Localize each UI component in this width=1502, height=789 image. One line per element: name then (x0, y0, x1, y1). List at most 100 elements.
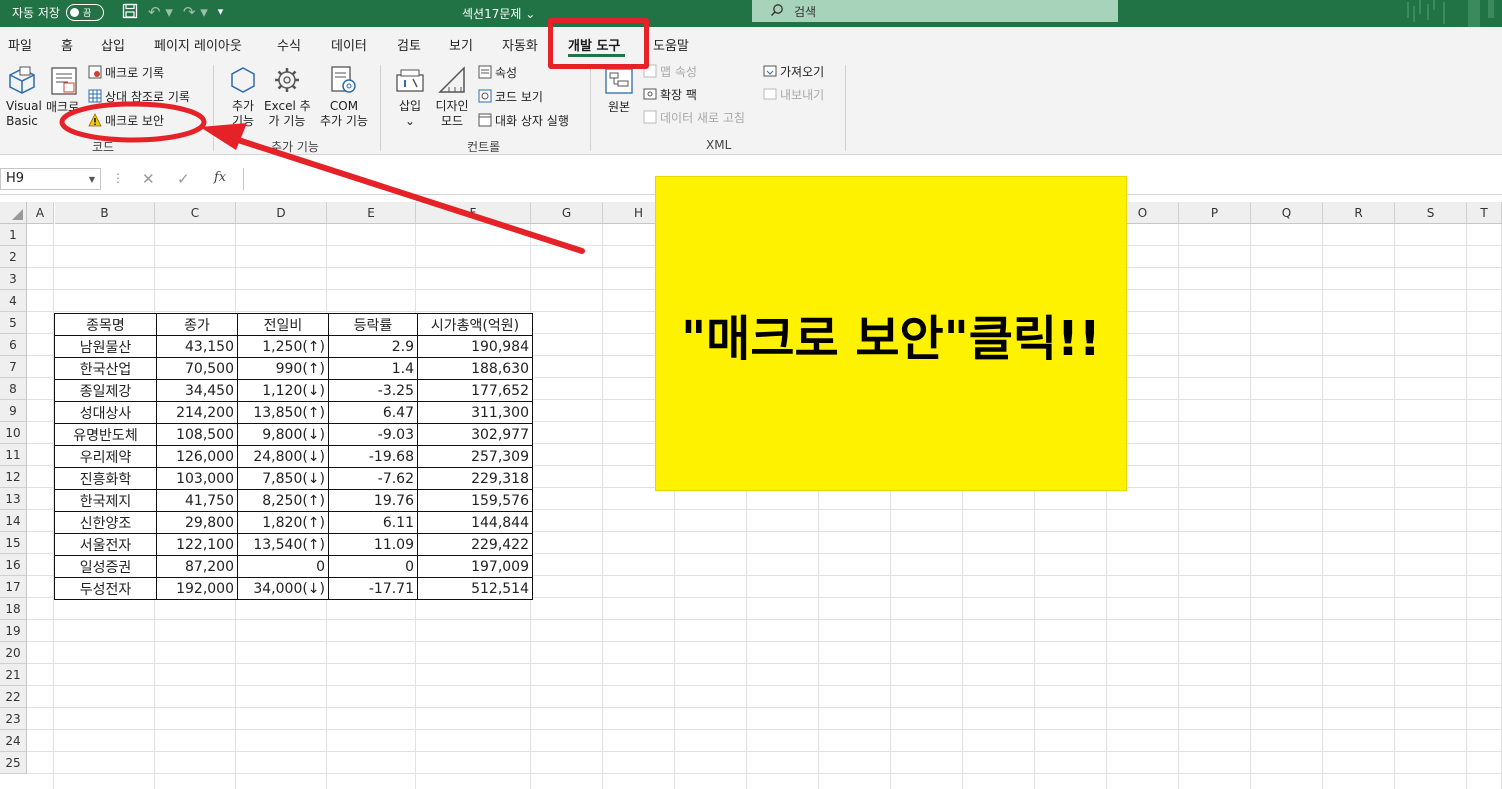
macro-security-button[interactable]: 매크로 보안 (88, 113, 164, 129)
addins-icon[interactable] (228, 65, 258, 98)
column-header-Q[interactable]: Q (1251, 202, 1323, 224)
market-cap-cell[interactable]: 197,009 (417, 555, 533, 578)
change-cell[interactable]: 0 (237, 555, 329, 578)
row-header-2[interactable]: 2 (0, 246, 27, 268)
tab-home[interactable]: 홈 (61, 35, 73, 54)
autosave[interactable]: 자동 저장 끔 (12, 4, 104, 21)
column-header-D[interactable]: D (236, 202, 327, 224)
rate-cell[interactable]: 0 (328, 555, 418, 578)
row-header-17[interactable]: 17 (0, 576, 27, 598)
rate-cell[interactable]: 19.76 (328, 489, 418, 512)
close-price-cell[interactable]: 108,500 (156, 423, 238, 446)
row-header-13[interactable]: 13 (0, 488, 27, 510)
refresh-data-button[interactable]: 데이터 새로 고침 (643, 110, 745, 126)
row-header-24[interactable]: 24 (0, 730, 27, 752)
export-button[interactable]: 내보내기 (763, 87, 824, 103)
market-cap-cell[interactable]: 159,576 (417, 489, 533, 512)
macro-icon[interactable] (48, 65, 80, 100)
rate-cell[interactable]: 1.4 (328, 357, 418, 380)
row-header-25[interactable]: 25 (0, 752, 27, 774)
row-header-7[interactable]: 7 (0, 356, 27, 378)
close-price-cell[interactable]: 103,000 (156, 467, 238, 490)
stock-name-cell[interactable]: 남원물산 (54, 335, 157, 358)
row-header-12[interactable]: 12 (0, 466, 27, 488)
column-header-A[interactable]: A (27, 202, 54, 224)
change-cell[interactable]: 8,250(↑) (237, 489, 329, 512)
close-price-cell[interactable]: 87,200 (156, 555, 238, 578)
design-mode-button[interactable]: 디자인 모드 (432, 99, 472, 129)
tab-help[interactable]: 도움말 (653, 35, 689, 54)
rate-cell[interactable]: 2.9 (328, 335, 418, 358)
stock-name-cell[interactable]: 종일제강 (54, 379, 157, 402)
market-cap-cell[interactable]: 144,844 (417, 511, 533, 534)
view-code-button[interactable]: 코드 보기 (478, 89, 543, 105)
com-addins-icon[interactable] (328, 65, 358, 98)
stock-name-cell[interactable]: 서울전자 (54, 533, 157, 556)
xml-source-icon[interactable] (604, 67, 634, 98)
stock-name-cell[interactable]: 성대상사 (54, 401, 157, 424)
tab-automate[interactable]: 자동화 (502, 35, 538, 54)
change-cell[interactable]: 1,120(↓) (237, 379, 329, 402)
market-cap-cell[interactable]: 229,318 (417, 467, 533, 490)
column-header-T[interactable]: T (1467, 202, 1502, 224)
close-price-cell[interactable]: 43,150 (156, 335, 238, 358)
visual-basic-icon[interactable] (6, 65, 38, 98)
tab-view[interactable]: 보기 (449, 35, 473, 54)
column-header-P[interactable]: P (1179, 202, 1251, 224)
rate-cell[interactable]: 6.47 (328, 401, 418, 424)
cancel-icon[interactable]: ✕ (142, 170, 155, 188)
market-cap-cell[interactable]: 190,984 (417, 335, 533, 358)
row-header-5[interactable]: 5 (0, 312, 27, 334)
column-header-G[interactable]: G (531, 202, 603, 224)
insert-controls-icon[interactable] (395, 67, 425, 98)
column-header-S[interactable]: S (1395, 202, 1467, 224)
change-cell[interactable]: 24,800(↓) (237, 445, 329, 468)
close-price-cell[interactable]: 192,000 (156, 577, 238, 600)
change-cell[interactable]: 13,850(↑) (237, 401, 329, 424)
rate-cell[interactable]: 11.09 (328, 533, 418, 556)
column-header-R[interactable]: R (1323, 202, 1395, 224)
close-price-cell[interactable]: 70,500 (156, 357, 238, 380)
tab-page-layout[interactable]: 페이지 레이아웃 (154, 35, 242, 54)
excel-addins-gear-icon[interactable] (272, 65, 302, 98)
change-cell[interactable]: 34,000(↓) (237, 577, 329, 600)
expansion-packs-button[interactable]: 확장 팩 (643, 87, 697, 103)
market-cap-cell[interactable]: 257,309 (417, 445, 533, 468)
close-price-cell[interactable]: 29,800 (156, 511, 238, 534)
header-rate[interactable]: 등락률 (328, 313, 418, 336)
close-price-cell[interactable]: 214,200 (156, 401, 238, 424)
close-price-cell[interactable]: 126,000 (156, 445, 238, 468)
undo-icon[interactable]: ↶ ▾ (148, 3, 173, 23)
market-cap-cell[interactable]: 512,514 (417, 577, 533, 600)
header-name[interactable]: 종목명 (54, 313, 157, 336)
close-price-cell[interactable]: 34,450 (156, 379, 238, 402)
column-header-B[interactable]: B (55, 202, 155, 224)
stock-name-cell[interactable]: 유명반도체 (54, 423, 157, 446)
name-box[interactable]: H9 ▼ (0, 168, 101, 190)
change-cell[interactable]: 990(↑) (237, 357, 329, 380)
xml-source-button[interactable]: 원본 (604, 99, 634, 115)
stock-name-cell[interactable]: 한국제지 (54, 489, 157, 512)
header-change[interactable]: 전일비 (237, 313, 329, 336)
run-dialog-button[interactable]: 대화 상자 실행 (478, 113, 569, 129)
stock-name-cell[interactable]: 신한양조 (54, 511, 157, 534)
macro-button[interactable]: 매크로 (46, 99, 79, 115)
change-cell[interactable]: 1,250(↑) (237, 335, 329, 358)
tab-insert[interactable]: 삽입 (101, 35, 125, 54)
import-button[interactable]: 가져오기 (763, 64, 824, 80)
row-header-1[interactable]: 1 (0, 224, 27, 246)
drag-handle-icon[interactable]: ⋮ (112, 171, 124, 185)
rate-cell[interactable]: -19.68 (328, 445, 418, 468)
rate-cell[interactable]: -9.03 (328, 423, 418, 446)
header-close[interactable]: 종가 (156, 313, 238, 336)
row-header-16[interactable]: 16 (0, 554, 27, 576)
change-cell[interactable]: 13,540(↑) (237, 533, 329, 556)
row-header-9[interactable]: 9 (0, 400, 27, 422)
row-header-19[interactable]: 19 (0, 620, 27, 642)
excel-addins-button[interactable]: Excel 추 가 기능 (264, 99, 311, 129)
stock-name-cell[interactable]: 진흥화학 (54, 467, 157, 490)
change-cell[interactable]: 1,820(↑) (237, 511, 329, 534)
customize-qat-icon[interactable]: ▾ (218, 5, 224, 23)
change-cell[interactable]: 7,850(↓) (237, 467, 329, 490)
select-all-corner[interactable] (0, 202, 27, 224)
